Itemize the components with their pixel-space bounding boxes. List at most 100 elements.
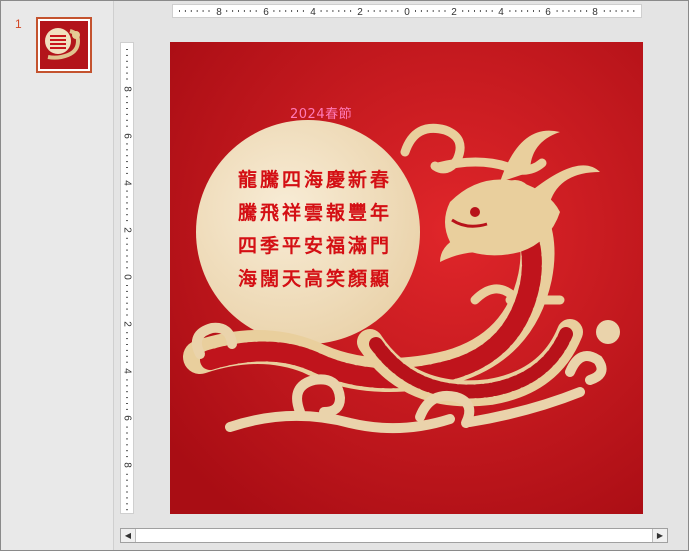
ruler-tick <box>126 125 128 127</box>
scroll-right-button[interactable]: ▶ <box>652 529 667 542</box>
ruler-tick <box>126 338 128 340</box>
ruler-tick <box>462 10 464 12</box>
ruler-tick <box>621 10 623 12</box>
ruler-tick <box>297 10 298 12</box>
horizontal-ruler[interactable]: 8 6 4 2 0 2 4 6 8 <box>172 4 642 18</box>
ruler-tick <box>126 72 128 74</box>
ruler-label: 8 <box>592 7 598 17</box>
ruler-label: 6 <box>122 133 133 139</box>
ruler-tick <box>126 285 128 286</box>
horizontal-scrollbar[interactable]: ◀ ▶ <box>120 528 668 543</box>
ruler-tick <box>126 355 128 357</box>
ruler-tick <box>609 10 611 12</box>
poem-line-4: 海闊天高笑顏顯 <box>238 268 393 290</box>
horizontal-ruler-ticks: 8 6 4 2 0 2 4 6 8 <box>179 5 635 17</box>
ruler-tick <box>344 10 346 12</box>
slide-canvas[interactable]: 2024春節 龍騰四海慶新春 騰飛祥雲報豐年 四季平安福滿門 海闊天高笑顏顯 <box>170 42 643 514</box>
vertical-ruler[interactable]: 8 6 4 2 0 2 4 6 8 <box>120 42 134 514</box>
slide-caption[interactable]: 2024春節 <box>290 103 352 122</box>
ruler-tick <box>126 432 128 434</box>
ruler-tick <box>538 10 540 12</box>
ruler-tick <box>320 10 322 12</box>
ruler-tick <box>338 10 340 12</box>
ruler-tick <box>249 10 251 12</box>
ruler-tick <box>126 497 128 499</box>
ruler-tick <box>126 208 128 210</box>
ruler-tick <box>302 10 304 12</box>
ruler-tick <box>208 10 210 12</box>
ruler-tick <box>232 10 234 12</box>
ruler-tick <box>574 10 576 12</box>
ruler-tick <box>126 479 128 481</box>
ruler-tick <box>627 10 629 12</box>
ruler-tick <box>615 10 617 12</box>
ruler-tick <box>126 290 128 292</box>
ruler-tick <box>126 438 128 440</box>
ruler-tick <box>126 119 128 121</box>
ruler-tick <box>126 113 128 115</box>
ruler-tick <box>126 108 128 109</box>
ruler-label: 2 <box>122 227 133 233</box>
ruler-tick <box>255 10 257 12</box>
ruler-tick <box>633 10 635 12</box>
ruler-label: 4 <box>310 7 316 17</box>
ruler-tick <box>184 10 186 12</box>
ruler-tick <box>332 10 334 12</box>
ruler-tick <box>391 10 393 12</box>
poem-line-2: 騰飛祥雲報豐年 <box>238 202 393 224</box>
ruler-tick <box>367 10 369 12</box>
ruler-tick <box>126 78 128 80</box>
ruler-tick <box>126 96 128 98</box>
ruler-tick <box>556 10 558 12</box>
slide-thumbnail-1[interactable] <box>36 17 92 73</box>
ruler-label: 6 <box>263 7 269 17</box>
ruler-tick <box>126 190 128 192</box>
ruler-tick <box>415 10 416 12</box>
ruler-tick <box>126 397 128 399</box>
ruler-tick <box>126 196 128 198</box>
ruler-tick <box>126 49 128 50</box>
ruler-tick <box>202 10 204 12</box>
ruler-tick <box>126 102 128 104</box>
ruler-tick <box>126 237 128 239</box>
ruler-tick <box>527 10 529 12</box>
ruler-tick <box>509 10 511 12</box>
slide-thumbnail-pane: 1 <box>1 1 114 550</box>
ruler-tick <box>126 267 128 269</box>
ruler-tick <box>126 155 128 157</box>
scroll-left-button[interactable]: ◀ <box>121 529 136 542</box>
ruler-tick <box>279 10 281 12</box>
ruler-tick <box>350 10 352 12</box>
ruler-tick <box>179 10 180 12</box>
ruler-label: 6 <box>545 7 551 17</box>
ruler-tick <box>562 10 564 12</box>
ruler-label: 4 <box>122 368 133 374</box>
ruler-tick <box>126 349 128 351</box>
ruler-tick <box>432 10 434 12</box>
ruler-tick <box>515 10 517 12</box>
ruler-label: 0 <box>404 7 410 17</box>
poem-line-1: 龍騰四海慶新春 <box>238 169 393 191</box>
ruler-tick <box>126 243 128 245</box>
ruler-tick <box>226 10 228 12</box>
ruler-tick <box>291 10 293 12</box>
ruler-label: 0 <box>122 274 133 280</box>
ruler-tick <box>385 10 387 12</box>
ruler-tick <box>243 10 245 12</box>
ruler-tick <box>126 332 128 334</box>
ruler-tick <box>468 10 470 12</box>
ruler-tick <box>568 10 570 12</box>
ruler-label: 8 <box>122 86 133 92</box>
ruler-tick <box>126 426 128 428</box>
scrollbar-thumb[interactable] <box>137 531 651 540</box>
ruler-tick <box>126 143 128 145</box>
ruler-tick <box>126 361 128 363</box>
ruler-tick <box>126 167 128 168</box>
ruler-tick <box>126 450 128 452</box>
poem-textbox[interactable]: 龍騰四海慶新春 騰飛祥雲報豐年 四季平安福滿門 海闊天高笑顏顯 <box>238 164 392 296</box>
ruler-tick <box>580 10 582 12</box>
ruler-tick <box>126 172 128 174</box>
ruler-tick <box>196 10 198 12</box>
poem-line-3: 四季平安福滿門 <box>238 235 393 257</box>
arrow-left-icon: ◀ <box>124 531 132 540</box>
